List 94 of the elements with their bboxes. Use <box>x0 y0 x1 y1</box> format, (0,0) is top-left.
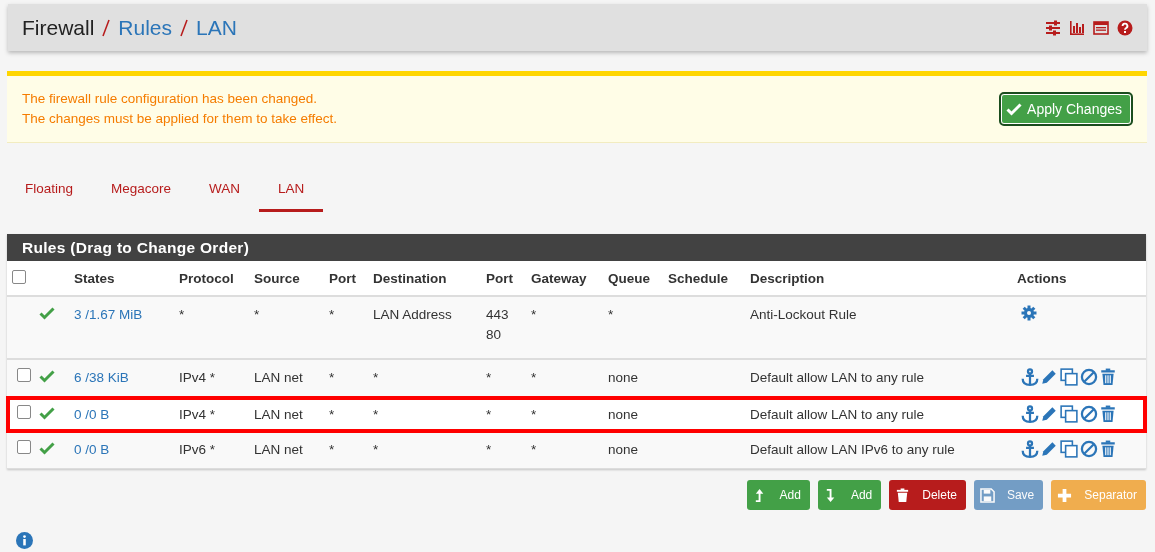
table-cell: Default allow LAN to any rule <box>750 407 925 422</box>
apply-changes-button[interactable]: Apply Changes <box>1001 94 1131 124</box>
alert-message: The changes must be applied for them to take effect. <box>22 110 337 128</box>
table-cell: LAN net <box>254 407 303 422</box>
column-header: Protocol <box>179 270 234 286</box>
pencil-icon[interactable] <box>1040 405 1058 423</box>
tab[interactable]: WAN <box>202 173 248 212</box>
column-header: Gateway <box>531 270 587 286</box>
trash-icon[interactable] <box>1099 368 1117 386</box>
prohibited-icon[interactable] <box>1080 368 1098 386</box>
table-cell: * <box>486 442 492 457</box>
table-cell: LAN net <box>254 442 303 457</box>
table-cell: none <box>608 370 639 385</box>
table-cell: * <box>373 442 379 457</box>
tab[interactable]: Floating <box>18 173 81 212</box>
table-cell: LAN Address <box>373 307 452 322</box>
table-cell: * <box>531 407 537 422</box>
table-cell: LAN net <box>254 370 303 385</box>
tab[interactable]: LAN <box>259 173 324 212</box>
checkbox[interactable] <box>12 269 26 284</box>
column-header: Source <box>254 270 300 286</box>
tab[interactable]: Megacore <box>104 173 179 212</box>
table-cell: * <box>329 307 335 322</box>
breadcrumb-link[interactable]: LAN <box>196 15 237 40</box>
table-cell: * <box>373 407 379 422</box>
states-link[interactable]: 3 /1.67 MiB <box>74 307 143 322</box>
checkbox[interactable] <box>17 368 31 382</box>
table-cell: 443 80 <box>486 307 509 342</box>
anchor-icon[interactable] <box>1021 368 1039 386</box>
table-cell: * <box>329 442 335 457</box>
table-cell: * <box>373 370 379 385</box>
column-header: States <box>74 270 115 286</box>
table-cell: * <box>486 407 492 422</box>
column-header: Destination <box>373 270 447 286</box>
add-button[interactable]: Add <box>746 480 810 510</box>
check-icon <box>39 405 55 421</box>
table-cell: * <box>486 370 492 385</box>
table-cell: none <box>608 442 639 457</box>
anchor-icon[interactable] <box>1021 440 1039 458</box>
column-header: Description <box>750 270 825 286</box>
panel-title: Rules (Drag to Change Order) <box>7 234 1146 261</box>
states-link[interactable]: 0 /0 B <box>74 407 110 422</box>
check-icon <box>1006 101 1023 117</box>
table-cell: * <box>608 307 614 322</box>
pencil-icon[interactable] <box>1040 440 1058 458</box>
trash-icon[interactable] <box>1099 405 1117 423</box>
table-cell: Default allow LAN to any rule <box>750 370 925 385</box>
slash-icon <box>101 18 112 37</box>
add-button[interactable]: Add <box>817 480 882 510</box>
table-cell: none <box>608 407 639 422</box>
copy-icon[interactable] <box>1059 440 1079 458</box>
table-cell: Default allow LAN IPv6 to any rule <box>750 442 955 457</box>
sliders-icon[interactable] <box>1045 19 1061 36</box>
delete-button[interactable]: Delete <box>889 480 966 510</box>
list-icon[interactable] <box>1093 19 1109 36</box>
check-icon <box>39 440 55 456</box>
column-header: Port <box>329 270 356 286</box>
states-link[interactable]: 0 /0 B <box>74 442 110 457</box>
table-cell: * <box>329 370 335 385</box>
table-cell: * <box>179 307 185 322</box>
plus-icon <box>1057 487 1073 503</box>
prohibited-icon[interactable] <box>1080 405 1098 423</box>
table-cell: * <box>531 307 537 322</box>
column-header: Schedule <box>668 270 729 286</box>
check-icon <box>39 368 55 384</box>
trash-icon <box>895 487 911 503</box>
check-icon <box>39 305 55 321</box>
anchor-icon[interactable] <box>1021 405 1039 423</box>
help-icon[interactable] <box>1117 19 1133 36</box>
column-header: Actions <box>1017 270 1067 286</box>
checkbox[interactable] <box>17 405 31 419</box>
bar-chart-icon[interactable] <box>1069 19 1085 36</box>
pencil-icon[interactable] <box>1040 368 1058 386</box>
trash-icon[interactable] <box>1099 440 1117 458</box>
copy-icon[interactable] <box>1059 405 1079 423</box>
table-cell: IPv4 * <box>179 407 216 422</box>
breadcrumb-link[interactable]: Rules <box>118 15 173 40</box>
table-cell: Anti-Lockout Rule <box>750 307 857 322</box>
checkbox[interactable] <box>17 440 31 454</box>
column-header: Queue <box>608 270 650 286</box>
copy-icon[interactable] <box>1059 368 1079 386</box>
table-cell: * <box>531 370 537 385</box>
table-cell: * <box>254 307 260 322</box>
table-cell: * <box>531 442 537 457</box>
table-cell: * <box>329 407 335 422</box>
alert-message: The firewall rule configuration has been changed. <box>22 90 318 108</box>
breadcrumb-text: Firewall <box>22 15 95 40</box>
info-icon[interactable] <box>16 532 33 549</box>
prohibited-icon[interactable] <box>1080 440 1098 458</box>
slash-icon <box>179 18 190 37</box>
table-cell: IPv4 * <box>179 370 216 385</box>
gear-icon[interactable] <box>1021 305 1037 321</box>
column-header: Port <box>486 270 513 286</box>
table-cell: IPv6 * <box>179 442 216 457</box>
